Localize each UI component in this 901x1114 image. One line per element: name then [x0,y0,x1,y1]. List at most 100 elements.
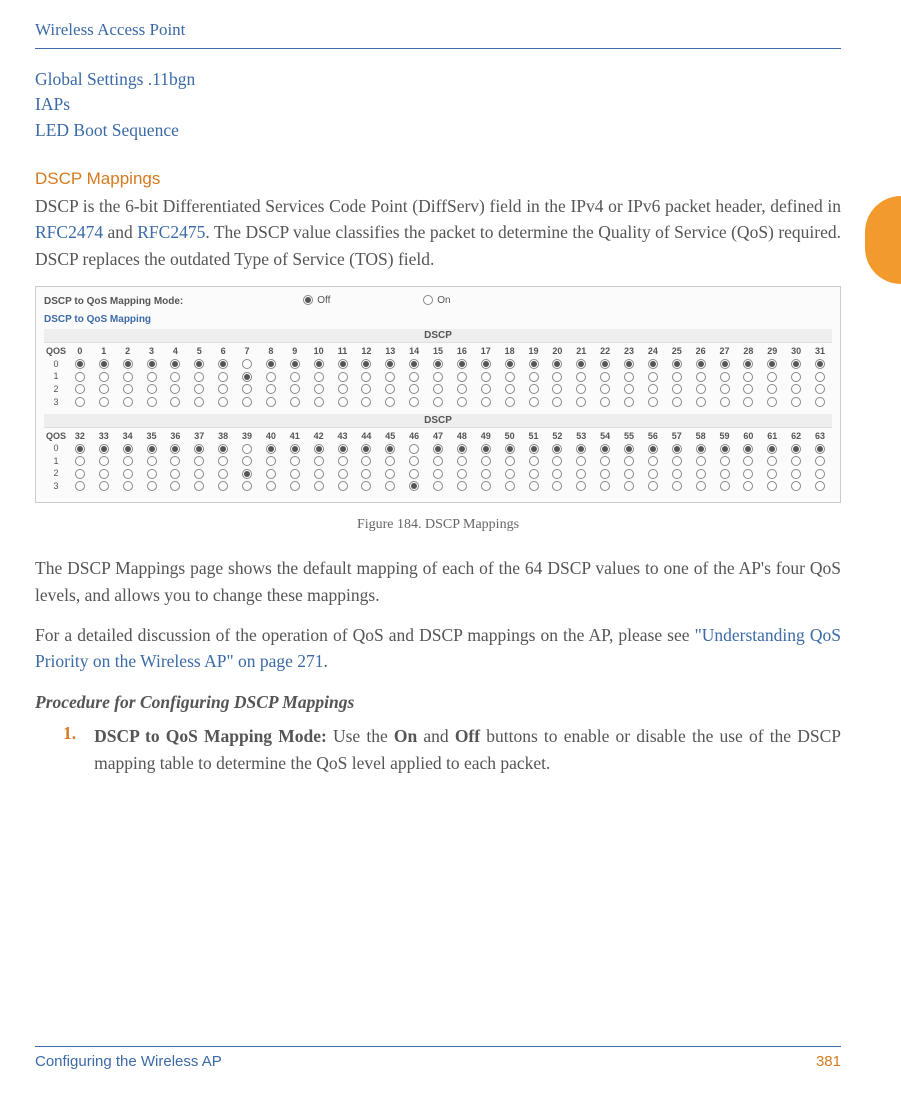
radio-dscp24-qos3[interactable] [648,397,658,407]
radio-dscp14-qos0[interactable] [409,359,419,369]
radio-dscp31-qos3[interactable] [815,397,825,407]
radio-dscp10-qos3[interactable] [314,397,324,407]
radio-dscp26-qos2[interactable] [696,384,706,394]
radio-dscp54-qos0[interactable] [600,444,610,454]
radio-dscp21-qos1[interactable] [576,372,586,382]
radio-dscp59-qos3[interactable] [720,481,730,491]
radio-dscp33-qos2[interactable] [99,469,109,479]
radio-dscp52-qos2[interactable] [552,469,562,479]
link-rfc2474[interactable]: RFC2474 [35,222,103,242]
radio-dscp14-qos3[interactable] [409,397,419,407]
radio-dscp34-qos2[interactable] [123,469,133,479]
xref-global-settings[interactable]: Global Settings .11bgn [35,67,841,92]
radio-dscp1-qos1[interactable] [99,372,109,382]
radio-dscp40-qos2[interactable] [266,469,276,479]
radio-dscp11-qos0[interactable] [338,359,348,369]
radio-dscp38-qos0[interactable] [218,444,228,454]
radio-dscp59-qos1[interactable] [720,456,730,466]
radio-dscp28-qos1[interactable] [743,372,753,382]
radio-dscp30-qos0[interactable] [791,359,801,369]
radio-dscp56-qos1[interactable] [648,456,658,466]
radio-dscp0-qos1[interactable] [75,372,85,382]
radio-dscp34-qos1[interactable] [123,456,133,466]
radio-dscp16-qos1[interactable] [457,372,467,382]
radio-dscp17-qos1[interactable] [481,372,491,382]
radio-dscp63-qos0[interactable] [815,444,825,454]
radio-dscp59-qos0[interactable] [720,444,730,454]
radio-dscp56-qos2[interactable] [648,469,658,479]
radio-dscp22-qos0[interactable] [600,359,610,369]
radio-dscp55-qos3[interactable] [624,481,634,491]
radio-dscp51-qos0[interactable] [529,444,539,454]
radio-dscp41-qos3[interactable] [290,481,300,491]
radio-dscp9-qos2[interactable] [290,384,300,394]
radio-dscp56-qos3[interactable] [648,481,658,491]
radio-dscp13-qos2[interactable] [385,384,395,394]
radio-dscp47-qos3[interactable] [433,481,443,491]
radio-dscp36-qos1[interactable] [170,456,180,466]
radio-dscp38-qos1[interactable] [218,456,228,466]
radio-dscp17-qos0[interactable] [481,359,491,369]
radio-dscp43-qos1[interactable] [338,456,348,466]
radio-dscp19-qos2[interactable] [529,384,539,394]
radio-dscp24-qos1[interactable] [648,372,658,382]
radio-dscp36-qos3[interactable] [170,481,180,491]
radio-dscp47-qos2[interactable] [433,469,443,479]
radio-dscp3-qos0[interactable] [147,359,157,369]
radio-dscp3-qos1[interactable] [147,372,157,382]
radio-dscp3-qos3[interactable] [147,397,157,407]
radio-dscp61-qos2[interactable] [767,469,777,479]
radio-dscp49-qos1[interactable] [481,456,491,466]
radio-dscp50-qos2[interactable] [505,469,515,479]
radio-dscp8-qos1[interactable] [266,372,276,382]
radio-dscp6-qos3[interactable] [218,397,228,407]
radio-dscp39-qos2[interactable] [242,469,252,479]
radio-dscp39-qos3[interactable] [242,481,252,491]
radio-dscp58-qos1[interactable] [696,456,706,466]
radio-dscp43-qos2[interactable] [338,469,348,479]
radio-dscp7-qos0[interactable] [242,359,252,369]
radio-dscp11-qos2[interactable] [338,384,348,394]
radio-dscp14-qos1[interactable] [409,372,419,382]
radio-dscp21-qos0[interactable] [576,359,586,369]
radio-dscp46-qos3[interactable] [409,481,419,491]
radio-dscp54-qos3[interactable] [600,481,610,491]
radio-dscp6-qos1[interactable] [218,372,228,382]
radio-dscp21-qos2[interactable] [576,384,586,394]
radio-dscp34-qos3[interactable] [123,481,133,491]
radio-dscp23-qos0[interactable] [624,359,634,369]
radio-dscp62-qos0[interactable] [791,444,801,454]
radio-dscp22-qos2[interactable] [600,384,610,394]
radio-dscp33-qos3[interactable] [99,481,109,491]
radio-dscp51-qos1[interactable] [529,456,539,466]
radio-dscp43-qos0[interactable] [338,444,348,454]
radio-dscp35-qos0[interactable] [147,444,157,454]
radio-dscp13-qos0[interactable] [385,359,395,369]
radio-dscp47-qos1[interactable] [433,456,443,466]
radio-dscp57-qos1[interactable] [672,456,682,466]
radio-dscp48-qos1[interactable] [457,456,467,466]
radio-dscp49-qos2[interactable] [481,469,491,479]
radio-dscp19-qos0[interactable] [529,359,539,369]
radio-dscp61-qos3[interactable] [767,481,777,491]
radio-dscp36-qos0[interactable] [170,444,180,454]
radio-dscp46-qos0[interactable] [409,444,419,454]
radio-dscp27-qos2[interactable] [720,384,730,394]
radio-dscp20-qos2[interactable] [552,384,562,394]
radio-dscp31-qos1[interactable] [815,372,825,382]
radio-dscp23-qos1[interactable] [624,372,634,382]
radio-dscp25-qos2[interactable] [672,384,682,394]
radio-dscp46-qos2[interactable] [409,469,419,479]
radio-dscp26-qos0[interactable] [696,359,706,369]
radio-dscp42-qos3[interactable] [314,481,324,491]
radio-dscp37-qos1[interactable] [194,456,204,466]
radio-dscp13-qos3[interactable] [385,397,395,407]
radio-dscp25-qos0[interactable] [672,359,682,369]
radio-dscp30-qos1[interactable] [791,372,801,382]
radio-dscp62-qos2[interactable] [791,469,801,479]
radio-dscp46-qos1[interactable] [409,456,419,466]
radio-dscp16-qos3[interactable] [457,397,467,407]
link-rfc2475[interactable]: RFC2475 [137,222,205,242]
xref-led-boot[interactable]: LED Boot Sequence [35,118,841,143]
radio-dscp61-qos0[interactable] [767,444,777,454]
